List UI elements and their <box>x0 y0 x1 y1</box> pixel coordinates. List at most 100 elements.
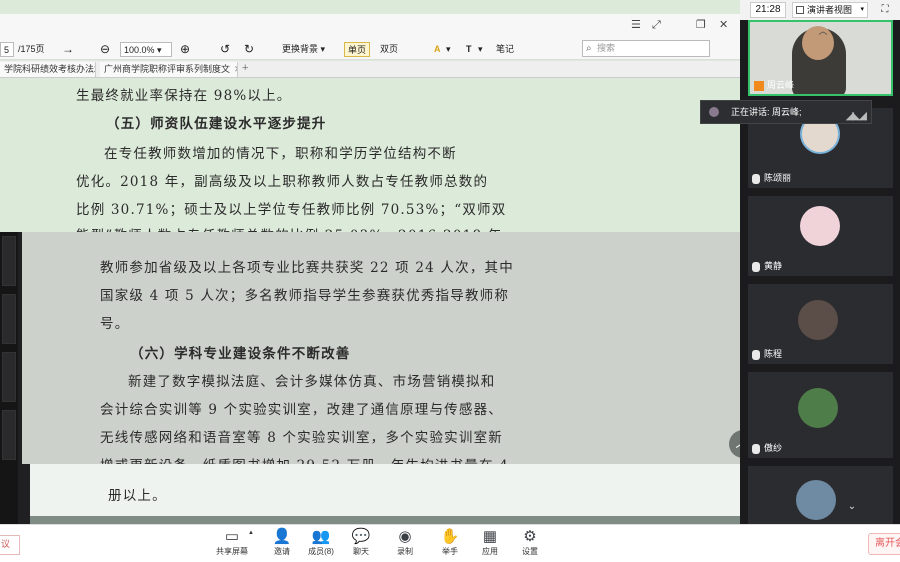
button-label: 成员(8) <box>308 547 334 556</box>
doc-line: 能型”教师人数占专任教师总数的比例 25.03%。2016-2018 年， <box>76 224 517 232</box>
taskbar-strip <box>30 516 770 524</box>
chat-button[interactable]: 💬 聊天 <box>341 528 381 557</box>
highlight-icon[interactable]: A <box>434 42 441 57</box>
chevron-down-icon[interactable]: ⌄ <box>845 501 859 515</box>
presenter-name: 周云峰 <box>767 80 795 90</box>
rotate-right-icon[interactable]: ↻ <box>244 42 254 57</box>
change-background-label: 更换背景 <box>282 44 319 54</box>
participant-tile[interactable] <box>748 466 893 524</box>
participant-tile[interactable]: 傲纱 <box>748 372 893 458</box>
doc-line: 教师参加省级及以上各项专业比赛共获奖 22 项 24 人次，其中 <box>100 260 514 276</box>
pdf-page-lower-tail: 册以上。 <box>30 464 770 516</box>
view-mode-label: 演讲者视图 <box>807 5 853 15</box>
chevron-up-icon[interactable]: ▲ <box>248 530 254 536</box>
members-button[interactable]: 👥 成员(8) <box>301 528 341 557</box>
search-icon: ⌕ <box>586 43 592 54</box>
speaking-text: 正在讲话: 周云峰; <box>731 107 802 117</box>
chevron-down-icon[interactable]: ▾ <box>446 42 451 57</box>
share-screen-button[interactable]: ▭ 共享屏幕 ▲ <box>212 528 254 557</box>
zoom-select[interactable]: 100.0% ▾ <box>120 42 172 57</box>
settings-button[interactable]: ⚙ 设置 <box>510 528 550 557</box>
restore-icon[interactable]: ❐ <box>696 18 706 31</box>
double-page-button[interactable]: 双页 <box>380 42 398 57</box>
view-mode-select[interactable]: 演讲者视图 ▾ <box>792 2 868 18</box>
participant-name: 傲纱 <box>752 441 782 454</box>
button-label: 共享屏幕 <box>216 547 248 556</box>
section-heading: （五）师资队伍建设水平逐步提升 <box>106 116 327 132</box>
rotate-left-icon[interactable]: ↺ <box>220 42 230 57</box>
chevron-down-icon[interactable]: ▾ <box>478 42 483 57</box>
avatar <box>800 206 840 246</box>
add-tab-button[interactable]: + <box>242 62 248 74</box>
leave-meeting-button[interactable]: 离开会 <box>868 533 900 555</box>
expand-icon[interactable]: ⤢ <box>652 18 661 32</box>
button-label: 邀请 <box>274 547 290 556</box>
button-label: 设置 <box>522 547 538 556</box>
participant-tile[interactable]: 陈程 <box>748 284 893 364</box>
zoom-value: 100.0% <box>124 45 155 55</box>
speaking-indicator: 正在讲话: 周云峰; ◢◣◢ <box>700 100 872 124</box>
doc-line: 号。 <box>100 316 130 332</box>
mic-icon <box>752 173 760 184</box>
participant-tile[interactable]: 黄静 <box>748 196 893 276</box>
host-badge-icon <box>754 80 764 91</box>
invite-icon: 👤 <box>272 528 292 545</box>
next-page-icon[interactable]: → <box>62 42 74 57</box>
tab-label: 广州商学院职称评审系列制度文 <box>104 64 231 74</box>
doc-line: 无线传感网络和语音室等 8 个实验实训室，多个实验实训室新 <box>100 430 503 446</box>
page-number-input[interactable]: 5 <box>0 42 14 57</box>
doc-line: 会计综合实训等 9 个实验实训室，改建了通信原理与传感器、 <box>100 402 503 418</box>
edge-block <box>2 352 16 402</box>
close-icon[interactable]: ✕ <box>234 64 237 74</box>
chevron-down-icon: ▾ <box>157 45 162 55</box>
tab-doc-1[interactable]: 学院科研绩效考核办法20✕ <box>0 62 96 77</box>
apps-icon: ▦ <box>482 528 498 545</box>
notes-button[interactable]: 笔记 <box>496 42 514 57</box>
members-icon: 👥 <box>311 528 331 545</box>
chat-icon: 💬 <box>351 528 371 545</box>
mic-icon <box>752 261 760 272</box>
button-label: 应用 <box>482 547 498 556</box>
invite-button[interactable]: 👤 邀请 <box>262 528 302 557</box>
edge-block <box>2 236 16 286</box>
tab-doc-2[interactable]: 广州商学院职称评审系列制度文✕ <box>100 62 238 77</box>
participant-name: 黄静 <box>752 259 782 272</box>
presenter-label: 周云峰 <box>754 78 794 91</box>
mic-icon <box>752 349 760 360</box>
raise-hand-button[interactable]: ✋ 举手 <box>430 528 470 557</box>
tab-label: 学院科研绩效考核办法20 <box>4 64 96 74</box>
pdf-page-lower: 教师参加省级及以上各项专业比赛共获奖 22 项 24 人次，其中 国家级 4 项… <box>22 232 750 464</box>
mic-icon <box>752 443 760 454</box>
zoom-in-icon[interactable]: ⊕ <box>180 42 190 57</box>
gear-icon: ⚙ <box>523 528 537 545</box>
left-button-fragment[interactable]: 议 <box>0 535 20 555</box>
doc-line: 生最终就业率保持在 98%以上。 <box>76 88 292 104</box>
pdf-title-bar: ☰ ⤢ ❐ ✕ <box>0 14 740 38</box>
presenter-video[interactable]: ︿ 周云峰 <box>748 20 893 96</box>
search-input[interactable]: ⌕ 搜索 <box>582 40 710 57</box>
doc-line: 增或更新设备。纸质图书增加 29.52 万册，年生均进书量在 4 <box>100 454 509 464</box>
doc-line: 国家级 4 项 5 人次；多名教师指导学生参赛获优秀指导教师称 <box>100 288 510 304</box>
zoom-out-icon[interactable]: ⊖ <box>100 42 110 57</box>
edge-block <box>2 294 16 344</box>
text-tool-icon[interactable]: T <box>466 42 472 57</box>
record-button[interactable]: ◉ 录制 <box>385 528 425 557</box>
record-icon: ◉ <box>398 528 412 545</box>
button-label: 举手 <box>442 547 458 556</box>
document-tabs: 学院科研绩效考核办法20✕ 广州商学院职称评审系列制度文✕ + <box>0 61 740 78</box>
participant-name: 陈颂丽 <box>752 171 791 184</box>
close-icon[interactable]: ✕ <box>719 18 728 31</box>
share-screen-icon: ▭ <box>224 528 240 545</box>
button-label: 聊天 <box>353 547 369 556</box>
single-page-button[interactable]: 单页 <box>344 42 371 57</box>
menu-icon[interactable]: ☰ <box>631 18 641 31</box>
apps-button[interactable]: ▦ 应用 <box>470 528 510 557</box>
shared-screen-lower: 教师参加省级及以上各项专业比赛共获奖 22 项 24 人次，其中 国家级 4 项… <box>0 232 770 524</box>
hand-icon: ✋ <box>440 528 460 545</box>
doc-line: 比例 30.71%；硕士及以上学位专任教师比例 70.53%；“双师双 <box>76 202 507 218</box>
edge-block <box>2 410 16 460</box>
change-background-button[interactable]: 更换背景 ▾ <box>282 42 325 57</box>
doc-line: 在专任教师数增加的情况下，职称和学历学位结构不断 <box>104 146 457 162</box>
fullscreen-icon[interactable]: ⛶ <box>878 3 892 17</box>
collapse-icon[interactable]: ︿ <box>812 24 834 37</box>
